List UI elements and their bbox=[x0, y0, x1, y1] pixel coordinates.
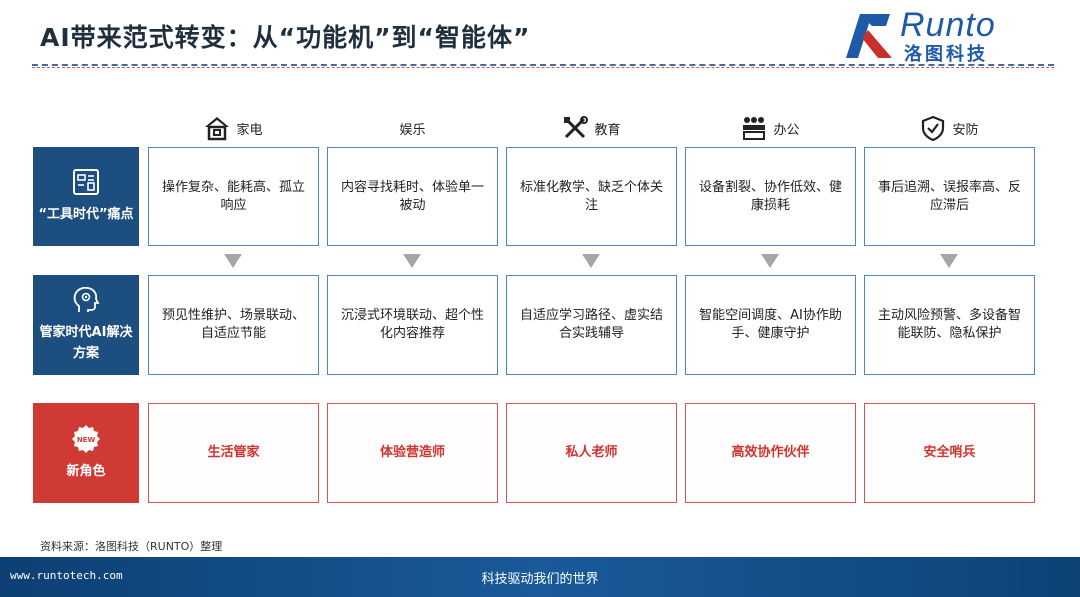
svg-text:NEW: NEW bbox=[77, 436, 96, 444]
title-divider-red bbox=[32, 67, 1054, 68]
column-label: 娱乐 bbox=[399, 122, 426, 138]
page-title: AI带来范式转变：从“功能机”到“智能体” bbox=[40, 23, 531, 52]
ai-solution-cell: 预见性维护、场景联动、自适应节能 bbox=[148, 275, 319, 375]
dashboard-icon bbox=[73, 169, 99, 196]
column-header-security: 安防 bbox=[864, 114, 1035, 142]
new-role-cell: 体验营造师 bbox=[327, 403, 498, 503]
tools-icon bbox=[564, 116, 589, 139]
runto-logo: Runto 洛图科技 bbox=[842, 6, 1062, 65]
pain-point-cell: 标准化教学、缺乏个体关注 bbox=[506, 147, 677, 246]
row-label-text: 新角色 bbox=[66, 463, 106, 479]
title-divider bbox=[32, 64, 1054, 66]
pain-point-cell: 设备割裂、协作低效、健康损耗 bbox=[685, 147, 856, 246]
column-label: 办公 bbox=[773, 122, 800, 138]
new-role-cell: 高效协作伙伴 bbox=[685, 403, 856, 503]
source-note: 资料来源：洛图科技（RUNTO）整理 bbox=[40, 540, 223, 553]
row-label-text: 管家时代AI解决方案 bbox=[39, 325, 133, 361]
footer-slogan: 科技驱动我们的世界 bbox=[481, 572, 599, 587]
ai-solution-cell: 主动风险预警、多设备智能联防、隐私保护 bbox=[864, 275, 1035, 375]
column-header-appliance: 家电 bbox=[148, 114, 319, 142]
house-icon bbox=[205, 117, 230, 141]
column-header-office: 办公 bbox=[685, 114, 856, 142]
pain-point-cell: 事后追溯、误报率高、反应滞后 bbox=[864, 147, 1035, 246]
pain-point-cell: 操作复杂、能耗高、孤立响应 bbox=[148, 147, 319, 246]
runto-logo-mark-icon bbox=[846, 14, 892, 58]
new-role-cell: 生活管家 bbox=[148, 403, 319, 503]
ai-solution-cell: 自适应学习路径、虚实结合实践辅导 bbox=[506, 275, 677, 375]
down-arrow-icon bbox=[940, 254, 958, 268]
new-role-cell: 安全哨兵 bbox=[864, 403, 1035, 503]
column-label: 教育 bbox=[594, 122, 621, 138]
logo-text-cn: 洛图科技 bbox=[904, 44, 988, 65]
down-arrow-icon bbox=[403, 254, 421, 268]
shield-check-icon bbox=[922, 115, 945, 141]
column-label: 安防 bbox=[952, 122, 979, 138]
row-label-ai-solution: 管家时代AI解决方案 bbox=[33, 275, 139, 375]
ai-solution-cell: 智能空间调度、AI协作助手、健康守护 bbox=[685, 275, 856, 375]
column-header-entertainment: 娱乐 bbox=[327, 114, 498, 142]
new-role-cell: 私人老师 bbox=[506, 403, 677, 503]
office-people-icon bbox=[743, 117, 766, 140]
row-label-text: “工具时代”痛点 bbox=[38, 207, 134, 223]
row-label-new-role: NEW 新角色 bbox=[33, 403, 139, 503]
ai-solution-cell: 沉浸式环境联动、超个性化内容推荐 bbox=[327, 275, 498, 375]
column-header-education: 教育 bbox=[506, 114, 677, 142]
ai-head-icon bbox=[73, 287, 100, 313]
down-arrow-icon bbox=[582, 254, 600, 268]
column-label: 家电 bbox=[236, 122, 263, 138]
footer-bar: www.runtotech.com 科技驱动我们的世界 bbox=[0, 557, 1080, 597]
down-arrow-icon bbox=[224, 254, 242, 268]
pain-point-cell: 内容寻找耗时、体验单一被动 bbox=[327, 147, 498, 246]
down-arrow-icon bbox=[761, 254, 779, 268]
row-label-pain-points: “工具时代”痛点 bbox=[33, 147, 139, 246]
new-badge-icon: NEW bbox=[72, 424, 100, 453]
